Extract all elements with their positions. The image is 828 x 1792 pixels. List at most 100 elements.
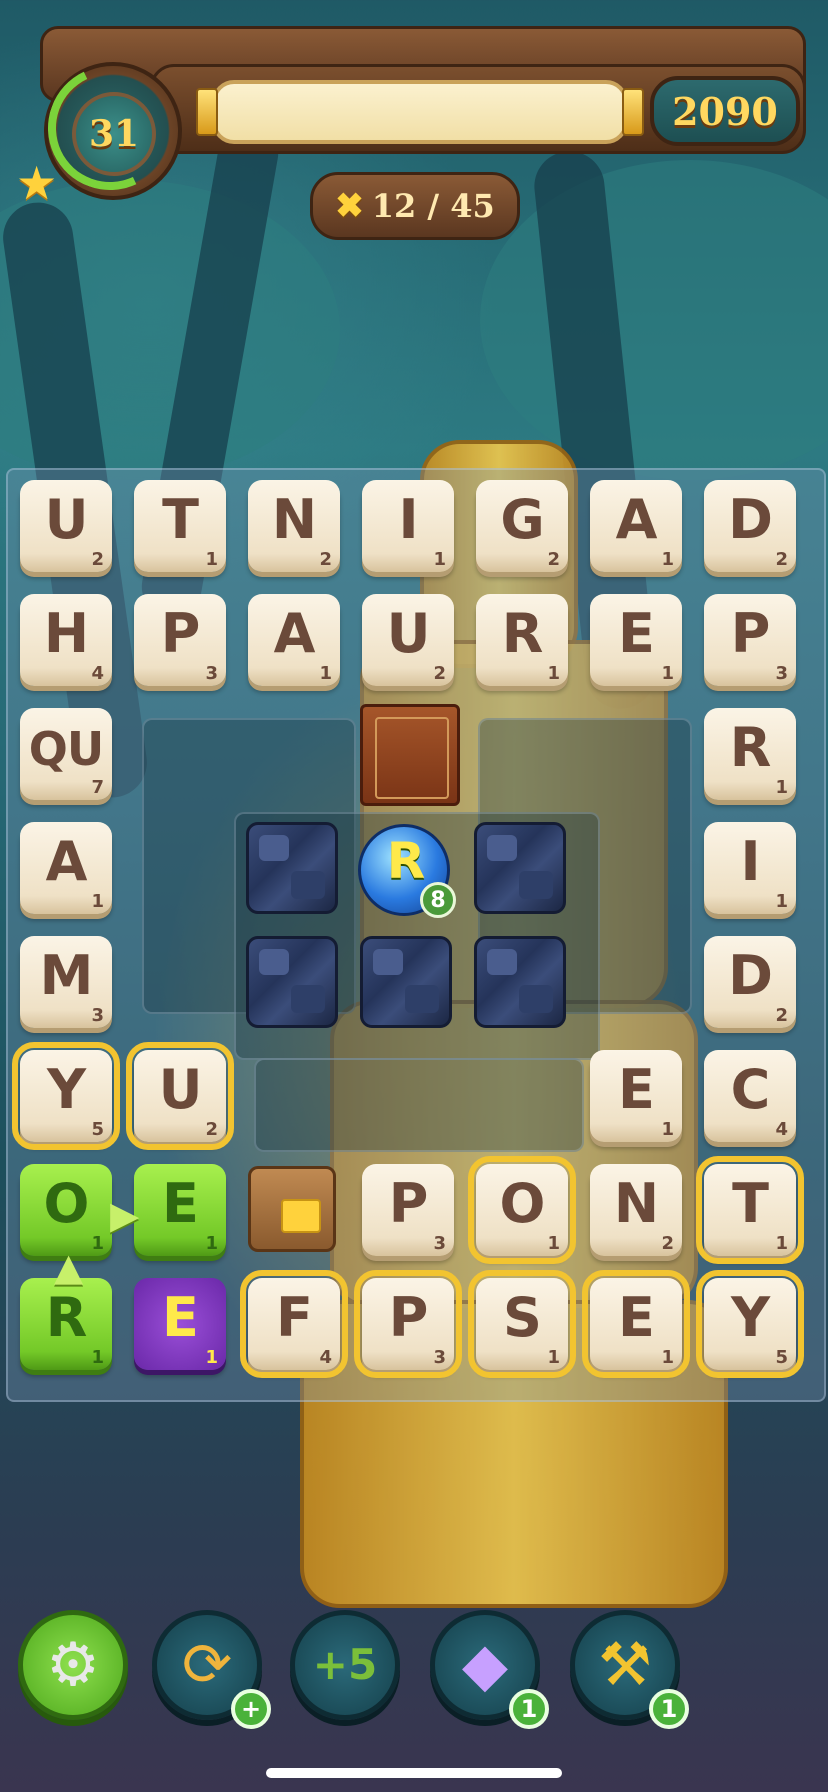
letter-tile[interactable]: R1 (16, 1274, 116, 1374)
tile-face: E1 (134, 1278, 226, 1370)
tile-points: 3 (205, 663, 218, 684)
letter-tile[interactable]: M3 (16, 932, 116, 1032)
tile-face: E1 (134, 1164, 226, 1256)
tile-points: 1 (205, 549, 218, 570)
tile-letter: D (728, 488, 773, 551)
letter-tile[interactable]: E1 (582, 1270, 690, 1378)
tile-letter: Y (730, 1286, 770, 1349)
letter-tile[interactable]: N2 (586, 1160, 686, 1260)
letter-tile[interactable]: R1 (472, 590, 572, 690)
tile-face: C4 (704, 1050, 796, 1142)
tile-points: 2 (91, 549, 104, 570)
letter-tile[interactable]: P3 (700, 590, 800, 690)
tile-face: P3 (134, 594, 226, 686)
tile-points: 1 (91, 1233, 104, 1254)
letter-tile[interactable]: N2 (244, 476, 344, 576)
tile-points: 1 (547, 1233, 560, 1254)
tile-letter: P (388, 1286, 429, 1349)
tile-face: S1 (468, 1270, 576, 1378)
crossed-swords-icon: ✖ (335, 186, 364, 226)
letter-tile[interactable]: A1 (244, 590, 344, 690)
tile-face: A1 (248, 594, 340, 686)
tile-points: 2 (205, 1119, 218, 1140)
tile-face: N2 (248, 480, 340, 572)
tile-face: T1 (134, 480, 226, 572)
tile-face: G2 (476, 480, 568, 572)
tile-letter: E (162, 1172, 199, 1235)
letter-tile[interactable]: P3 (358, 1160, 458, 1260)
shuffle-button[interactable]: ⟳ + (152, 1610, 271, 1729)
letter-tile[interactable]: S1 (468, 1270, 576, 1378)
tile-points: 5 (775, 1347, 788, 1368)
home-indicator[interactable] (266, 1768, 562, 1778)
letter-tile[interactable]: O1 (468, 1156, 576, 1264)
letter-tile[interactable]: D2 (700, 932, 800, 1032)
tile-letter: Y (46, 1058, 86, 1121)
letter-tile[interactable]: E1 (130, 1160, 230, 1260)
tile-points: 1 (433, 549, 446, 570)
hammer-button[interactable]: ⚒ 1 (570, 1610, 689, 1729)
letter-tile[interactable]: Y5 (696, 1270, 804, 1378)
tile-face: I1 (362, 480, 454, 572)
tile-face: Y5 (12, 1042, 120, 1150)
tile-points: 4 (91, 663, 104, 684)
letter-tile[interactable]: G2 (472, 476, 572, 576)
tile-points: 1 (547, 1347, 560, 1368)
tile-letter: A (45, 830, 88, 893)
letter-tile[interactable]: P3 (354, 1270, 462, 1378)
tile-face: U2 (362, 594, 454, 686)
tile-points: 2 (775, 1005, 788, 1026)
letter-tile[interactable]: P3 (130, 590, 230, 690)
tile-face: R1 (20, 1278, 112, 1370)
swap-button[interactable]: ◆ 1 (430, 1610, 549, 1729)
letter-tile[interactable]: QU 7 (16, 704, 116, 804)
tile-face: P3 (354, 1270, 462, 1378)
tile-letter: O (43, 1172, 90, 1235)
moves-counter: ✖ 12 / 45 (310, 172, 520, 240)
tile-letter: P (730, 602, 771, 665)
tile-points: 3 (775, 663, 788, 684)
letter-tile[interactable]: D2 (700, 476, 800, 576)
tile-face: T1 (696, 1156, 804, 1264)
letter-tile[interactable]: I1 (700, 818, 800, 918)
settings-button[interactable]: ⚙ (18, 1610, 128, 1720)
bomb-tile[interactable]: R 8 (356, 818, 456, 918)
letter-tile[interactable]: E1 (586, 1046, 686, 1146)
tile-letter: R (45, 1286, 88, 1349)
mousetrap-tile[interactable] (242, 1160, 342, 1260)
tile-letter: A (273, 602, 316, 665)
letter-tile[interactable]: I1 (358, 476, 458, 576)
letter-tile[interactable]: H4 (16, 590, 116, 690)
tile-letter: P (388, 1172, 429, 1235)
letter-tile[interactable]: U2 (126, 1042, 234, 1150)
tile-points: 1 (205, 1233, 218, 1254)
tile-points: 1 (91, 891, 104, 912)
letter-tile[interactable]: T1 (130, 476, 230, 576)
letter-tile[interactable]: E1 (130, 1274, 230, 1374)
letter-tile[interactable]: Y5 (12, 1042, 120, 1150)
tile-letter: QU (28, 722, 104, 776)
tile-letter: R (501, 602, 544, 665)
tile-letter: F (276, 1286, 313, 1349)
star-icon: ★ (16, 156, 58, 210)
book-blocker[interactable] (356, 704, 460, 806)
tile-face: P3 (362, 1164, 454, 1256)
letter-tile[interactable]: R1 (700, 704, 800, 804)
letter-tile[interactable]: C4 (700, 1046, 800, 1146)
letter-tile[interactable]: A1 (16, 818, 116, 918)
hammer-icon: ⚒ (598, 1630, 652, 1700)
tile-letter: A (615, 488, 658, 551)
extra-moves-button[interactable]: +5 (290, 1610, 400, 1720)
letter-tile[interactable]: T1 (696, 1156, 804, 1264)
tile-points: 1 (547, 663, 560, 684)
tile-points: 1 (205, 1347, 218, 1368)
letter-tile[interactable]: U2 (16, 476, 116, 576)
letter-tile[interactable]: E1 (586, 590, 686, 690)
tile-points: 2 (319, 549, 332, 570)
plus-five-icon: +5 (312, 1640, 378, 1689)
letter-tile[interactable]: A1 (586, 476, 686, 576)
letter-tile[interactable]: F4 (240, 1270, 348, 1378)
tile-letter: P (160, 602, 201, 665)
tile-letter: M (39, 944, 94, 1007)
letter-tile[interactable]: U2 (358, 590, 458, 690)
